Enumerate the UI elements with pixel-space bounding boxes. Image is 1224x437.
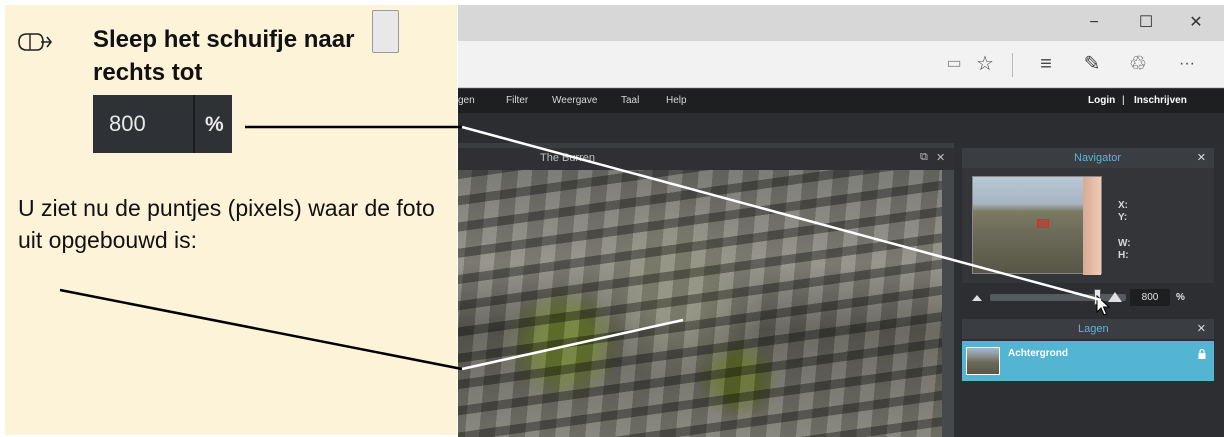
zoom-example-box: 800 % bbox=[93, 95, 232, 153]
step-instruction: Sleep het schuifje naar rechts tot bbox=[93, 26, 355, 86]
navigator-body: X: Y: W: H: bbox=[962, 168, 1214, 283]
x-label: X: bbox=[1118, 200, 1128, 211]
navigator-header: Navigator ✕ bbox=[962, 148, 1214, 168]
w-label: W: bbox=[1118, 238, 1131, 249]
result-description: U ziet nu de puntjes (pixels) waar de fo… bbox=[18, 195, 435, 253]
reading-view-icon[interactable]: ▭ bbox=[942, 51, 966, 77]
menu-separator: | bbox=[1122, 95, 1125, 106]
register-link[interactable]: Inschrijven bbox=[1134, 95, 1187, 106]
menu-item-help[interactable]: Help bbox=[666, 95, 687, 106]
navigator-close-icon[interactable]: ✕ bbox=[1197, 151, 1206, 164]
menu-item-filter[interactable]: Filter bbox=[506, 95, 528, 106]
document-title: The Burren bbox=[540, 152, 596, 164]
viewport-marker[interactable] bbox=[1037, 219, 1049, 228]
instruction-panel: Sleep het schuifje naar rechts tot 800 %… bbox=[5, 5, 457, 435]
navigator-title: Navigator bbox=[1074, 152, 1122, 164]
slider-handle-icon bbox=[372, 10, 399, 53]
app-menubar: gen Filter Weergave Taal Help Login | In… bbox=[458, 89, 1224, 113]
toolbar-divider bbox=[1012, 53, 1013, 77]
zoom-in-icon[interactable] bbox=[1108, 290, 1122, 302]
side-panels: Navigator ✕ X: Y: W: H: 800 % Lagen ✕ Ac… bbox=[954, 143, 1224, 437]
navigator-zoom-control: 800 % bbox=[962, 285, 1214, 309]
share-icon[interactable]: ♲ bbox=[1124, 51, 1152, 77]
y-label: Y: bbox=[1118, 212, 1128, 223]
thumbnail-hand bbox=[1083, 177, 1101, 275]
menu-item-weergave[interactable]: Weergave bbox=[552, 95, 597, 106]
undock-icon[interactable]: ⧉ bbox=[920, 151, 928, 164]
maximize-button[interactable]: ☐ bbox=[1126, 8, 1166, 38]
navigator-coordinates: X: Y: W: H: bbox=[1118, 200, 1131, 262]
app-screenshot: − ☐ ✕ ▭ ☆ ≡ ✎ ♲ ··· gen Filter Weergave … bbox=[458, 5, 1224, 437]
favorite-star-icon[interactable]: ☆ bbox=[972, 51, 998, 77]
zoom-example-unit: % bbox=[205, 113, 224, 136]
layers-close-icon[interactable]: ✕ bbox=[1197, 322, 1206, 335]
close-window-button[interactable]: ✕ bbox=[1176, 8, 1216, 38]
zoom-out-icon[interactable] bbox=[972, 293, 982, 301]
close-document-icon[interactable]: ✕ bbox=[936, 151, 945, 164]
navigator-thumbnail[interactable] bbox=[972, 176, 1102, 275]
document-header: The Burren ⧉ ✕ bbox=[458, 148, 954, 170]
browser-titlebar: − ☐ ✕ bbox=[458, 5, 1224, 41]
layers-title: Lagen bbox=[1078, 323, 1109, 335]
mouse-cursor-icon bbox=[1096, 295, 1110, 316]
zoom-example-value: 800 bbox=[93, 95, 195, 153]
menu-item-gen[interactable]: gen bbox=[458, 95, 475, 106]
menu-item-taal[interactable]: Taal bbox=[621, 95, 639, 106]
zoom-percent-label: % bbox=[1176, 292, 1185, 303]
layer-thumbnail bbox=[966, 347, 1000, 375]
h-label: H: bbox=[1118, 250, 1129, 261]
photo-canvas[interactable] bbox=[458, 170, 942, 437]
layers-header: Lagen ✕ bbox=[962, 319, 1214, 339]
canvas-scrollbar[interactable] bbox=[942, 170, 954, 437]
login-link[interactable]: Login bbox=[1088, 95, 1115, 106]
browser-toolbar: ▭ ☆ ≡ ✎ ♲ ··· bbox=[458, 41, 1224, 88]
lock-icon bbox=[1198, 349, 1206, 359]
mouse-pointer-icon bbox=[18, 33, 53, 51]
layer-name: Achtergrond bbox=[1008, 348, 1068, 359]
minimize-button[interactable]: − bbox=[1074, 8, 1114, 38]
zoom-input[interactable]: 800 bbox=[1130, 289, 1170, 306]
hub-icon[interactable]: ≡ bbox=[1032, 51, 1060, 77]
web-note-icon[interactable]: ✎ bbox=[1078, 51, 1106, 77]
more-icon[interactable]: ··· bbox=[1170, 51, 1204, 77]
app-toolbar bbox=[458, 113, 1224, 143]
layer-item[interactable]: Achtergrond bbox=[962, 341, 1214, 381]
